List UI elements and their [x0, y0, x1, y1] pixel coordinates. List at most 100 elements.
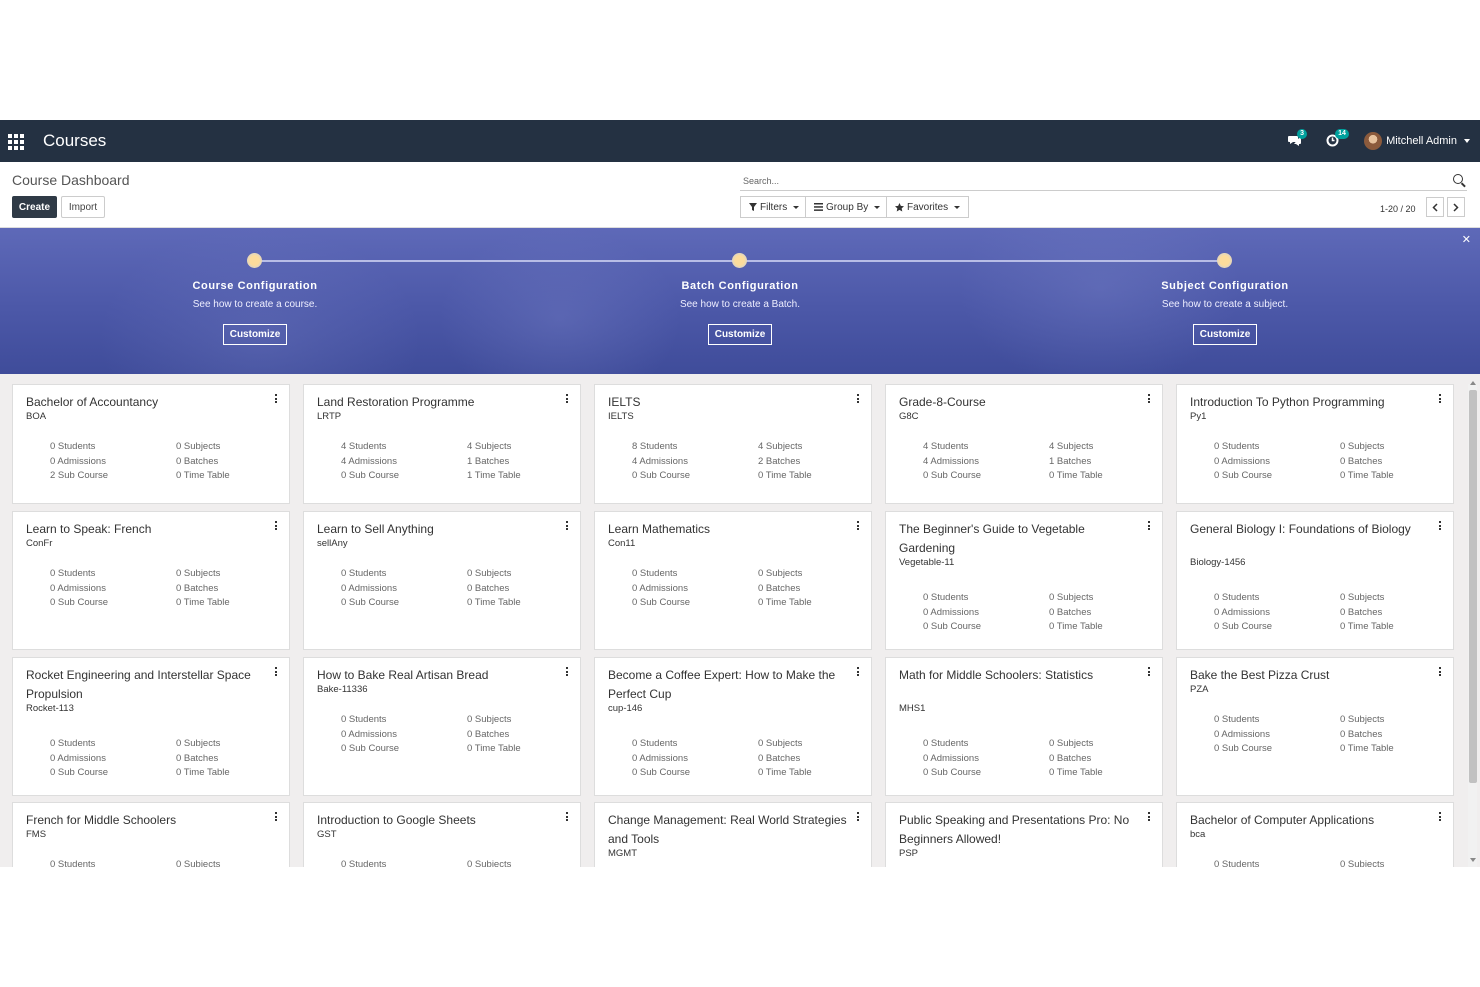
- stat-link[interactable]: 0 Batches: [1340, 606, 1382, 621]
- stat-link[interactable]: 0 Time Table: [758, 469, 812, 484]
- stat-link[interactable]: 0 Students: [50, 567, 95, 582]
- scroll-up-icon[interactable]: [1470, 381, 1476, 385]
- stat-link[interactable]: 0 Students: [50, 737, 95, 752]
- stat-link[interactable]: 0 Batches: [1340, 728, 1382, 743]
- stat-link[interactable]: 0 Batches: [176, 455, 218, 470]
- card-menu-dots-icon[interactable]: [275, 667, 277, 678]
- stat-link[interactable]: 0 Subjects: [758, 567, 802, 582]
- course-card[interactable]: Learn Mathematics Con11 0 Students 0 Subjec…: [594, 511, 872, 650]
- stat-link[interactable]: 0 Admissions: [923, 752, 979, 767]
- stat-link[interactable]: 0 Batches: [467, 728, 509, 743]
- stat-link[interactable]: 0 Time Table: [467, 596, 521, 611]
- stat-link[interactable]: 2 Batches: [758, 455, 800, 470]
- stat-link[interactable]: 0 Time Table: [758, 766, 812, 781]
- course-card[interactable]: Introduction to Google Sheets GST 0 Studen…: [303, 802, 581, 867]
- stat-link[interactable]: 0 Students: [341, 858, 386, 867]
- stat-link[interactable]: 0 Students: [1214, 591, 1259, 606]
- pager-previous-button[interactable]: [1426, 197, 1444, 217]
- stat-link[interactable]: 0 Admissions: [1214, 455, 1270, 470]
- create-button[interactable]: Create: [12, 196, 57, 218]
- course-card[interactable]: Bachelor of Computer Applications bca 0 St…: [1176, 802, 1454, 867]
- stat-link[interactable]: 0 Batches: [1049, 752, 1091, 767]
- customize-batch-button[interactable]: Customize: [707, 324, 773, 345]
- card-menu-dots-icon[interactable]: [857, 812, 859, 823]
- scrollbar-thumb[interactable]: [1469, 390, 1477, 783]
- course-card[interactable]: Math for Middle Schoolers: Statistics MHS…: [885, 657, 1163, 796]
- apps-menu-icon[interactable]: [8, 134, 24, 150]
- scroll-down-icon[interactable]: [1470, 858, 1476, 862]
- stat-link[interactable]: 0 Sub Course: [1214, 742, 1272, 757]
- app-title[interactable]: Courses: [43, 131, 106, 151]
- stat-link[interactable]: 0 Sub Course: [1214, 469, 1272, 484]
- stat-link[interactable]: 0 Admissions: [50, 455, 106, 470]
- course-card[interactable]: IELTS IELTS 8 Students 4 Subjects 4 Admissio…: [594, 384, 872, 504]
- stat-link[interactable]: 0 Subjects: [467, 567, 511, 582]
- stat-link[interactable]: 0 Sub Course: [923, 469, 981, 484]
- stat-link[interactable]: 1 Batches: [1049, 455, 1091, 470]
- stat-link[interactable]: 0 Subjects: [176, 567, 220, 582]
- stat-link[interactable]: 0 Time Table: [758, 596, 812, 611]
- stat-link[interactable]: 0 Subjects: [1049, 737, 1093, 752]
- course-card[interactable]: Learn to Sell Anything sellAny 0 Students 0…: [303, 511, 581, 650]
- user-name[interactable]: Mitchell Admin: [1386, 135, 1457, 147]
- stat-link[interactable]: 0 Time Table: [1049, 766, 1103, 781]
- stat-link[interactable]: 0 Batches: [1049, 606, 1091, 621]
- course-card[interactable]: The Beginner's Guide to Vegetable Garden…: [885, 511, 1163, 650]
- stat-link[interactable]: 0 Admissions: [923, 606, 979, 621]
- stat-link[interactable]: 0 Time Table: [1340, 469, 1394, 484]
- course-card[interactable]: Introduction To Python Programming Py1 0 S…: [1176, 384, 1454, 504]
- card-menu-dots-icon[interactable]: [566, 394, 568, 405]
- course-card[interactable]: Bake the Best Pizza Crust PZA 0 Students 0 …: [1176, 657, 1454, 796]
- stat-link[interactable]: 4 Subjects: [758, 440, 802, 455]
- card-menu-dots-icon[interactable]: [857, 667, 859, 678]
- card-menu-dots-icon[interactable]: [1148, 812, 1150, 823]
- stat-link[interactable]: 4 Subjects: [1049, 440, 1093, 455]
- stat-link[interactable]: 0 Time Table: [176, 469, 230, 484]
- stat-link[interactable]: 0 Sub Course: [632, 596, 690, 611]
- stat-link[interactable]: 4 Admissions: [923, 455, 979, 470]
- stat-link[interactable]: 0 Sub Course: [632, 766, 690, 781]
- course-card[interactable]: How to Bake Real Artisan Bread Bake-11336…: [303, 657, 581, 796]
- stat-link[interactable]: 0 Sub Course: [50, 766, 108, 781]
- card-menu-dots-icon[interactable]: [1439, 521, 1441, 532]
- stat-link[interactable]: 0 Admissions: [50, 582, 106, 597]
- stat-link[interactable]: 0 Batches: [1340, 455, 1382, 470]
- stat-link[interactable]: 0 Subjects: [758, 737, 802, 752]
- stat-link[interactable]: 0 Subjects: [1340, 591, 1384, 606]
- stat-link[interactable]: 0 Batches: [467, 582, 509, 597]
- stat-link[interactable]: 0 Subjects: [1049, 591, 1093, 606]
- card-menu-dots-icon[interactable]: [1148, 521, 1150, 532]
- card-menu-dots-icon[interactable]: [275, 521, 277, 532]
- course-card[interactable]: Learn to Speak: French ConFr 0 Students 0 S…: [12, 511, 290, 650]
- stat-link[interactable]: 0 Time Table: [176, 596, 230, 611]
- stat-link[interactable]: 0 Subjects: [176, 440, 220, 455]
- card-menu-dots-icon[interactable]: [857, 394, 859, 405]
- course-card[interactable]: Bachelor of Accountancy BOA 0 Students 0 Su…: [12, 384, 290, 504]
- stat-link[interactable]: 0 Time Table: [1049, 620, 1103, 635]
- stat-link[interactable]: 4 Students: [923, 440, 968, 455]
- stat-link[interactable]: 4 Subjects: [467, 440, 511, 455]
- close-banner-icon[interactable]: ✕: [1462, 233, 1471, 246]
- stat-link[interactable]: 8 Students: [632, 440, 677, 455]
- stat-link[interactable]: 0 Students: [1214, 858, 1259, 867]
- stat-link[interactable]: 0 Sub Course: [50, 596, 108, 611]
- stat-link[interactable]: 0 Batches: [758, 752, 800, 767]
- step-title[interactable]: Course Configuration: [135, 280, 375, 292]
- stat-link[interactable]: 0 Sub Course: [923, 620, 981, 635]
- stat-link[interactable]: 0 Sub Course: [1214, 620, 1272, 635]
- stat-link[interactable]: 0 Sub Course: [341, 742, 399, 757]
- messages-icon[interactable]: 3: [1288, 129, 1307, 148]
- stat-link[interactable]: 0 Admissions: [50, 752, 106, 767]
- stat-link[interactable]: 0 Admissions: [1214, 728, 1270, 743]
- card-menu-dots-icon[interactable]: [566, 521, 568, 532]
- customize-course-button[interactable]: Customize: [222, 324, 288, 345]
- stat-link[interactable]: 0 Batches: [176, 752, 218, 767]
- card-menu-dots-icon[interactable]: [275, 394, 277, 405]
- stat-link[interactable]: 0 Admissions: [1214, 606, 1270, 621]
- search-icon[interactable]: [1453, 174, 1463, 184]
- stat-link[interactable]: 0 Time Table: [176, 766, 230, 781]
- step-title[interactable]: Subject Configuration: [1105, 280, 1345, 292]
- card-menu-dots-icon[interactable]: [1439, 667, 1441, 678]
- stat-link[interactable]: 1 Batches: [467, 455, 509, 470]
- stat-link[interactable]: 0 Students: [341, 567, 386, 582]
